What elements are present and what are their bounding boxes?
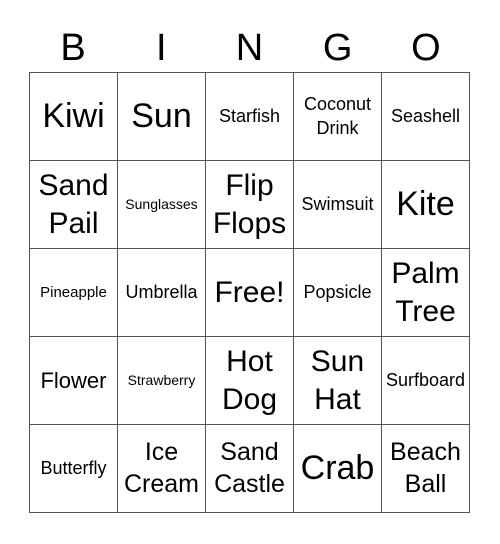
header-letter-n: N <box>235 27 264 69</box>
cell-label: Crab <box>300 448 375 487</box>
bingo-cell[interactable]: Popsicle <box>294 249 382 337</box>
bingo-cell[interactable]: Flower <box>30 337 118 425</box>
bingo-cell[interactable]: Swimsuit <box>294 161 382 249</box>
bingo-cell[interactable]: Butterfly <box>30 425 118 513</box>
bingo-cell[interactable]: Hot Dog <box>206 337 294 425</box>
cell-label: Beach Ball <box>390 438 461 498</box>
cell-label: Pineapple <box>40 283 107 301</box>
bingo-header: B I N G O <box>29 24 470 72</box>
header-letter-b: B <box>60 27 86 69</box>
bingo-cell[interactable]: Strawberry <box>118 337 206 425</box>
bingo-grid: Kiwi Sun Starfish Coconut Drink Seashell … <box>29 72 470 513</box>
bingo-cell[interactable]: Sand Pail <box>30 161 118 249</box>
cell-label: Starfish <box>218 105 281 126</box>
bingo-cell[interactable]: Palm Tree <box>382 249 470 337</box>
cell-label: Free! <box>214 275 285 309</box>
cell-label: Flower <box>40 367 107 393</box>
cell-label: Sand Pail <box>38 169 109 240</box>
bingo-cell[interactable]: Coconut Drink <box>294 73 382 161</box>
cell-label: Seashell <box>390 105 461 126</box>
cell-label: Ice Cream <box>123 438 199 498</box>
cell-label: Coconut Drink <box>303 94 372 138</box>
bingo-cell[interactable]: Sun <box>118 73 206 161</box>
bingo-cell[interactable]: Beach Ball <box>382 425 470 513</box>
cell-label: Kiwi <box>42 96 105 135</box>
cell-label: Butterfly <box>40 457 107 478</box>
cell-label: Flip Flops <box>212 169 287 240</box>
free-space-cell[interactable]: Free! <box>206 249 294 337</box>
cell-label: Umbrella <box>125 281 198 302</box>
cell-label: Surfboard <box>385 369 466 390</box>
bingo-cell[interactable]: Ice Cream <box>118 425 206 513</box>
bingo-cell[interactable]: Pineapple <box>30 249 118 337</box>
bingo-cell[interactable]: Starfish <box>206 73 294 161</box>
header-letter-i: I <box>156 27 167 69</box>
bingo-cell[interactable]: Surfboard <box>382 337 470 425</box>
header-letter-o: O <box>411 27 441 69</box>
bingo-cell[interactable]: Kite <box>382 161 470 249</box>
cell-label: Sunglasses <box>125 196 198 213</box>
cell-label: Swimsuit <box>301 193 374 214</box>
bingo-cell[interactable]: Kiwi <box>30 73 118 161</box>
cell-label: Kite <box>396 184 455 223</box>
cell-label: Strawberry <box>127 372 196 389</box>
cell-label: Sun <box>131 96 192 135</box>
cell-label: Sun Hat <box>310 345 365 416</box>
bingo-cell[interactable]: Sand Castle <box>206 425 294 513</box>
bingo-cell[interactable]: Sunglasses <box>118 161 206 249</box>
bingo-cell[interactable]: Flip Flops <box>206 161 294 249</box>
cell-label: Palm Tree <box>391 257 460 328</box>
bingo-cell[interactable]: Seashell <box>382 73 470 161</box>
bingo-cell[interactable]: Umbrella <box>118 249 206 337</box>
cell-label: Sand Castle <box>214 438 285 498</box>
cell-label: Popsicle <box>303 281 372 302</box>
header-letter-g: G <box>322 27 353 69</box>
bingo-cell[interactable]: Sun Hat <box>294 337 382 425</box>
bingo-cell[interactable]: Crab <box>294 425 382 513</box>
cell-label: Hot Dog <box>221 345 278 416</box>
